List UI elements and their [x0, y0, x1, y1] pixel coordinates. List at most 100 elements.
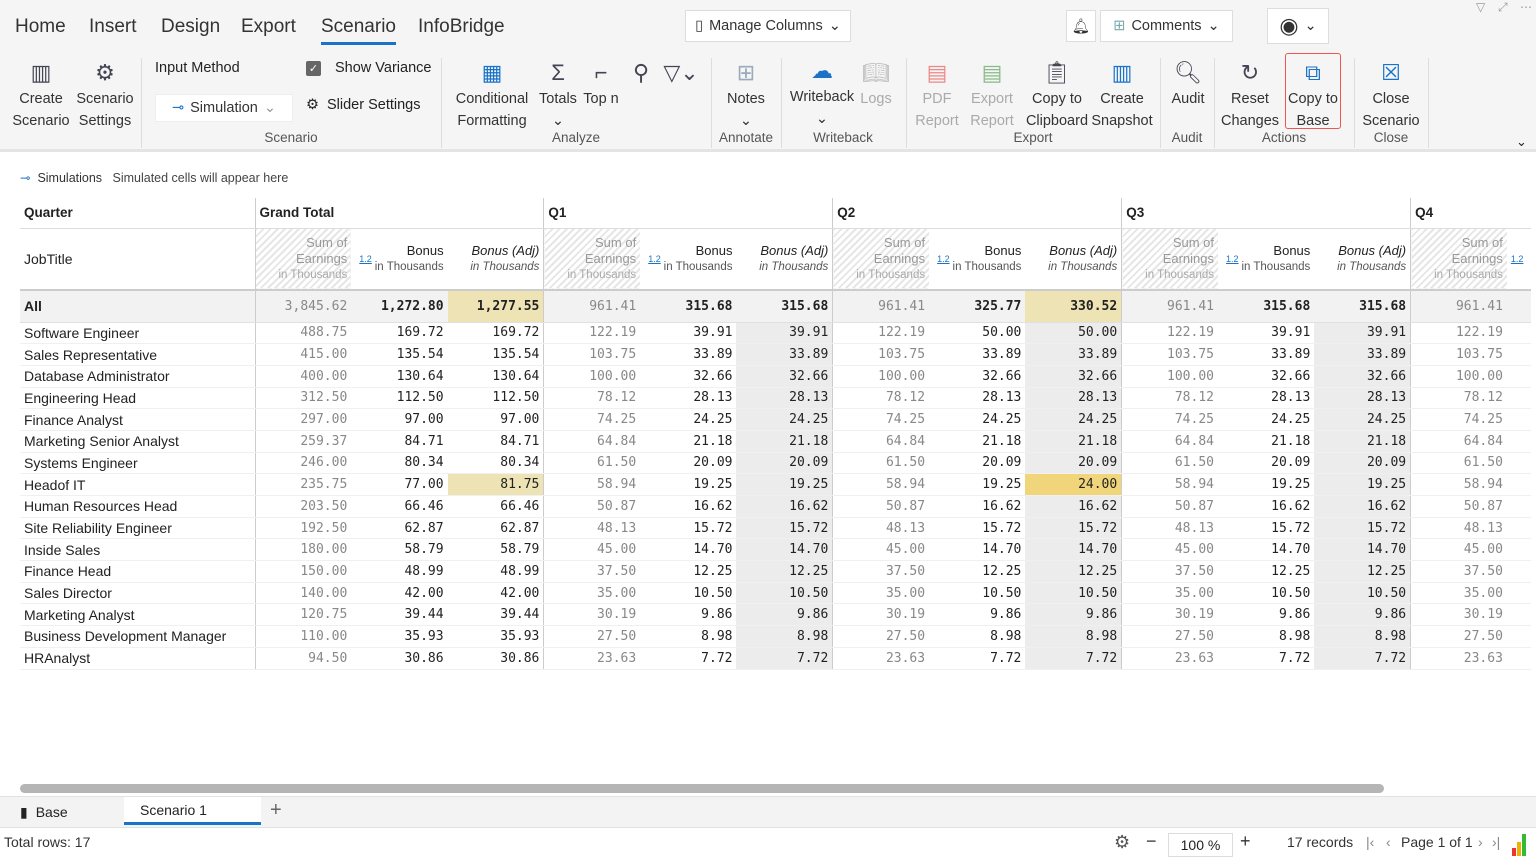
row-label[interactable]: Business Development Manager — [20, 625, 255, 648]
bonus-cell[interactable]: 14.70 — [1218, 538, 1315, 562]
filter-icon[interactable]: ▽ — [1476, 0, 1485, 14]
bonus-header[interactable]: 1.2 Bonus in Thousands — [929, 228, 1026, 291]
sum-of-earnings-header[interactable]: Sum of Earnings in Thousands — [1121, 228, 1218, 291]
bonus-cell[interactable]: 97.00 — [351, 408, 448, 431]
bonus-cell[interactable]: 19.25 — [640, 473, 737, 496]
search-button[interactable]: ⚲ — [628, 58, 654, 88]
bonus-cell[interactable]: 24.25 — [640, 408, 737, 431]
bonus-cell[interactable]: 8.98 — [1218, 625, 1315, 648]
bonus-cell[interactable]: 315.68 — [1218, 290, 1315, 323]
bonus-cell[interactable]: 84.71 — [351, 430, 448, 453]
row-label[interactable]: Inside Sales — [20, 538, 255, 562]
collapse-ribbon-icon[interactable]: ⌄ — [1516, 134, 1527, 150]
bonus-cell[interactable]: 14.70 — [640, 538, 737, 562]
bonus-header[interactable]: 1.2 Bonus in Thousands — [640, 228, 737, 291]
create-snapshot-button[interactable]: ▥ Create Snapshot — [1090, 58, 1154, 132]
bonus-cell[interactable]: 32.66 — [929, 365, 1026, 388]
row-label[interactable]: Sales Representative — [20, 343, 255, 366]
conditional-formatting-button[interactable]: ▦ Conditional Formatting — [450, 58, 534, 132]
bonus-cell[interactable]: 48.99 — [351, 560, 448, 583]
row-label[interactable]: Marketing Analyst — [20, 603, 255, 627]
close-scenario-button[interactable]: ☒ Close Scenario — [1360, 58, 1422, 132]
bonus-cell[interactable]: 19.25 — [1218, 473, 1315, 496]
bonus-cell[interactable]: 28.13 — [1218, 387, 1315, 410]
more-icon[interactable]: ⋯ — [1520, 0, 1532, 14]
show-variance-checkbox[interactable]: ✓ Show Variance — [306, 60, 431, 76]
row-label[interactable]: Engineering Head — [20, 387, 255, 410]
bonus-cell[interactable]: 80.34 — [351, 452, 448, 475]
bonus-cell[interactable]: 130.64 — [351, 365, 448, 388]
bonus-cell[interactable]: 32.66 — [640, 365, 737, 388]
create-scenario-button[interactable]: ▥ Create Scenario — [10, 58, 72, 132]
group-header-q2[interactable]: Q2 — [832, 198, 1122, 229]
bonus-cell[interactable]: 10.50 — [1218, 582, 1315, 605]
notes-button[interactable]: ⊞ Notes ⌄ — [718, 58, 774, 132]
bonus-cell[interactable]: 7.72 — [640, 647, 737, 670]
bonus-cell[interactable]: 12.25 — [640, 560, 737, 583]
add-tab-icon[interactable]: + — [270, 799, 282, 822]
prev-page-icon[interactable]: ‹ — [1386, 834, 1391, 850]
bonus-cell[interactable]: 12.25 — [1218, 560, 1315, 583]
bonus-cell[interactable]: 33.89 — [1218, 343, 1315, 366]
row-label[interactable]: Human Resources Head — [20, 495, 255, 518]
row-label[interactable]: HRAnalyst — [20, 647, 255, 670]
row-label[interactable]: Database Administrator — [20, 365, 255, 388]
bonus-cell[interactable]: 30.86 — [351, 647, 448, 670]
bonus-cell[interactable]: 16.62 — [640, 495, 737, 518]
bonus-cell[interactable]: 315.68 — [640, 290, 737, 323]
bonus-cell[interactable]: 24.25 — [1218, 408, 1315, 431]
next-page-icon[interactable]: › — [1478, 834, 1483, 850]
bonus-cell[interactable]: 50.00 — [929, 322, 1026, 345]
bonus-cell[interactable]: 9.86 — [1218, 603, 1315, 627]
tab-home[interactable]: Home — [15, 16, 66, 38]
bonus-cell[interactable]: 20.09 — [929, 452, 1026, 475]
row-label[interactable]: Systems Engineer — [20, 452, 255, 475]
bonus-cell[interactable]: 112.50 — [351, 387, 448, 410]
bonus-cell[interactable]: 16.62 — [929, 495, 1026, 518]
tab-export[interactable]: Export — [241, 16, 296, 38]
bonus-header[interactable]: 1.2 Bonus in Thousands — [351, 228, 448, 291]
pdf-report-button[interactable]: ▤ PDF Report — [912, 58, 962, 132]
bonus-cell[interactable]: 66.46 — [351, 495, 448, 518]
bonus-cell[interactable]: 33.89 — [640, 343, 737, 366]
row-label[interactable]: All — [20, 290, 255, 323]
last-page-icon[interactable]: ›| — [1492, 834, 1500, 850]
bonus-cell[interactable]: 15.72 — [640, 517, 737, 540]
bonus-cell[interactable]: 24.25 — [929, 408, 1026, 431]
bonus-cell[interactable]: 1,272.80 — [351, 290, 448, 323]
tab-design[interactable]: Design — [161, 16, 220, 38]
bonus-cell[interactable]: 42.00 — [351, 582, 448, 605]
bonus-cell[interactable]: 21.18 — [640, 430, 737, 453]
bonus-cell[interactable]: 28.13 — [929, 387, 1026, 410]
gear-icon[interactable]: ⚙ — [1114, 832, 1130, 853]
bonus-cell[interactable]: 19.25 — [929, 473, 1026, 496]
sum-of-earnings-header[interactable]: Sum of Earnings in Thousands — [1410, 228, 1507, 291]
group-header-q3[interactable]: Q3 — [1121, 198, 1411, 229]
tab-infobridge[interactable]: InfoBridge — [418, 16, 505, 38]
copy-to-clipboard-button[interactable]: 📋︎ Copy to Clipboard — [1024, 58, 1090, 132]
bonus-cell[interactable]: 9.86 — [640, 603, 737, 627]
bonus-cell[interactable]: 39.91 — [640, 322, 737, 345]
bonus-cell[interactable]: 7.72 — [929, 647, 1026, 670]
expand-icon[interactable]: ⤢ — [1498, 0, 1508, 15]
row-label[interactable]: Finance Analyst — [20, 408, 255, 431]
bonus-cell[interactable]: 32.66 — [1218, 365, 1315, 388]
bonus-cell[interactable]: 21.18 — [1218, 430, 1315, 453]
input-method-select[interactable]: ⊸ Simulation ⌄ — [155, 94, 293, 122]
slider-settings-button[interactable]: ⚙ Slider Settings — [306, 97, 421, 113]
filter-button[interactable]: ▽⌄ — [658, 58, 704, 88]
zoom-in-button[interactable]: + — [1240, 831, 1251, 852]
row-label[interactable]: Site Reliability Engineer — [20, 517, 255, 540]
bonus-cell[interactable]: 7.72 — [1218, 647, 1315, 670]
tab-insert[interactable]: Insert — [89, 16, 137, 38]
scenario-settings-button[interactable]: ⚙ Scenario Settings — [74, 58, 136, 132]
bonus-cell[interactable]: 8.98 — [929, 625, 1026, 648]
bonus-adj-header[interactable]: Bonus (Adj) in Thousands — [447, 228, 544, 291]
bonus-cell[interactable]: 20.09 — [1218, 452, 1315, 475]
bonus-cell[interactable]: 62.87 — [351, 517, 448, 540]
user-menu-button[interactable]: ◉ ⌄ — [1267, 8, 1329, 44]
logs-button[interactable]: 📖︎ Logs — [858, 58, 894, 110]
bonus-cell[interactable]: 20.09 — [640, 452, 737, 475]
bonus-cell[interactable]: 15.72 — [929, 517, 1026, 540]
comments-button[interactable]: ⊞ Comments ⌄ — [1100, 10, 1233, 42]
